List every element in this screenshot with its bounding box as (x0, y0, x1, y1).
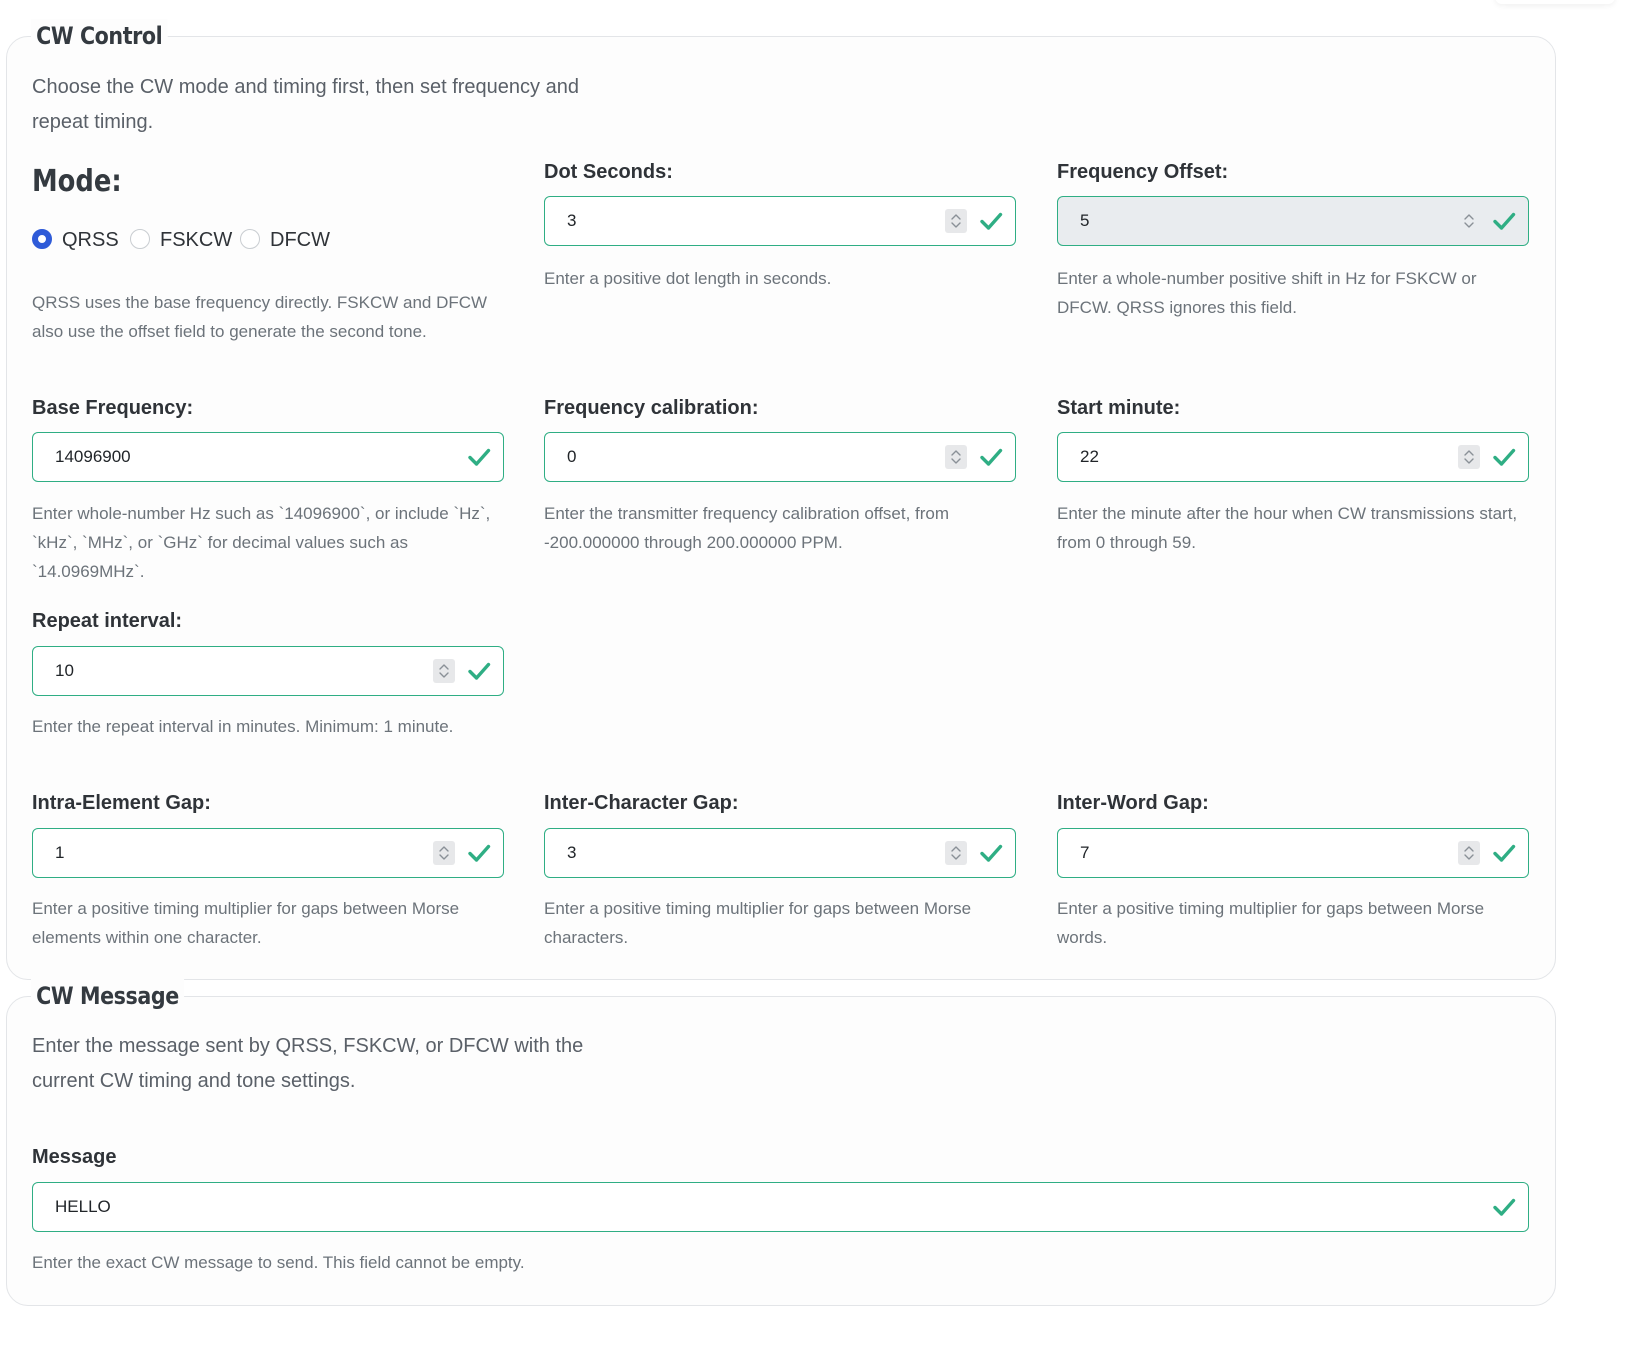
input-value: 5 (1080, 211, 1090, 230)
check-icon (979, 209, 1003, 238)
inter-word-gap-input[interactable]: 7 (1057, 828, 1529, 878)
frequency-calibration-help: Enter the transmitter frequency calibrat… (544, 504, 950, 552)
check-icon (1492, 445, 1516, 474)
mode-help: QRSS uses the base frequency directly. F… (32, 293, 488, 341)
frequency-offset-label: Frequency Offset: (1057, 161, 1229, 183)
intra-element-gap-input[interactable]: 1 (32, 828, 504, 878)
spinner-arrows-icon[interactable] (945, 841, 967, 865)
repeat-interval-help: Enter the repeat interval in minutes. Mi… (32, 717, 454, 736)
radio-selected-icon[interactable] (32, 229, 52, 249)
input-value: 10 (55, 661, 74, 680)
message-input[interactable]: HELLO (32, 1182, 1529, 1232)
input-value: 14096900 (55, 447, 131, 466)
input-value: 0 (567, 447, 577, 466)
cw-message-legend: CW Message (31, 979, 184, 1013)
spinner-arrows-icon[interactable] (433, 659, 455, 683)
input-value: 1 (55, 843, 65, 862)
intra-element-gap-label: Intra-Element Gap: (32, 792, 211, 814)
check-icon (467, 659, 491, 688)
intra-element-gap-help: Enter a positive timing multiplier for g… (32, 899, 460, 947)
radio-unselected-icon[interactable] (240, 229, 260, 249)
spinner-arrows-icon[interactable] (945, 209, 967, 233)
check-icon (979, 841, 1003, 870)
start-minute-help: Enter the minute after the hour when CW … (1057, 504, 1518, 552)
start-minute-input[interactable]: 22 (1057, 432, 1529, 482)
inter-character-gap-help: Enter a positive timing multiplier for g… (544, 899, 972, 947)
base-frequency-label: Base Frequency: (32, 397, 194, 419)
spinner-arrows-icon[interactable] (1458, 445, 1480, 469)
dot-seconds-input[interactable]: 3 (544, 196, 1016, 246)
input-value: 3 (567, 843, 577, 862)
frequency-offset-input: 5 (1057, 196, 1529, 246)
mode-option-label: QRSS (62, 229, 119, 251)
check-icon (1492, 1195, 1516, 1224)
frequency-calibration-input[interactable]: 0 (544, 432, 1016, 482)
repeat-interval-input[interactable]: 10 (32, 646, 504, 696)
input-value: 7 (1080, 843, 1090, 862)
inter-character-gap-input[interactable]: 3 (544, 828, 1016, 878)
frequency-offset-help: Enter a whole-number positive shift in H… (1057, 269, 1477, 317)
mode-option-label: DFCW (270, 229, 330, 251)
cw-control-intro: Choose the CW mode and timing first, the… (32, 76, 579, 133)
spinner-arrows-icon[interactable] (433, 841, 455, 865)
mode-option-label: FSKCW (160, 229, 233, 251)
check-icon (979, 445, 1003, 474)
cw-message-intro: Enter the message sent by QRSS, FSKCW, o… (32, 1035, 584, 1092)
cw-control-legend: CW Control (31, 19, 168, 53)
frequency-calibration-label: Frequency calibration: (544, 397, 759, 419)
inter-word-gap-help: Enter a positive timing multiplier for g… (1057, 899, 1485, 947)
base-frequency-input[interactable]: 14096900 (32, 432, 504, 482)
mode-title: Mode: (32, 164, 122, 199)
radio-unselected-icon[interactable] (130, 229, 150, 249)
start-minute-label: Start minute: (1057, 397, 1181, 419)
message-label: Message (32, 1146, 117, 1168)
check-icon (467, 841, 491, 870)
message-help: Enter the exact CW message to send. This… (32, 1253, 525, 1272)
inter-character-gap-label: Inter-Character Gap: (544, 792, 739, 814)
spinner-arrows-icon (1458, 209, 1480, 233)
mode-radio-dfcw[interactable]: DFCW (240, 226, 340, 254)
check-icon (467, 445, 491, 474)
base-frequency-help: Enter whole-number Hz such as `14096900`… (32, 504, 491, 581)
top-right-shadow (1495, 0, 1615, 4)
input-value: 22 (1080, 447, 1099, 466)
check-icon (1492, 841, 1516, 870)
input-value: 3 (567, 211, 577, 230)
mode-radio-qrss[interactable]: QRSS (32, 226, 122, 254)
spinner-arrows-icon[interactable] (945, 445, 967, 469)
dot-seconds-help: Enter a positive dot length in seconds. (544, 269, 832, 288)
dot-seconds-label: Dot Seconds: (544, 161, 673, 183)
spinner-arrows-icon[interactable] (1458, 841, 1480, 865)
inter-word-gap-label: Inter-Word Gap: (1057, 792, 1209, 814)
check-icon (1492, 209, 1516, 238)
repeat-interval-label: Repeat interval: (32, 610, 183, 632)
mode-radio-fskcw[interactable]: FSKCW (130, 226, 233, 254)
input-value: HELLO (55, 1197, 111, 1216)
